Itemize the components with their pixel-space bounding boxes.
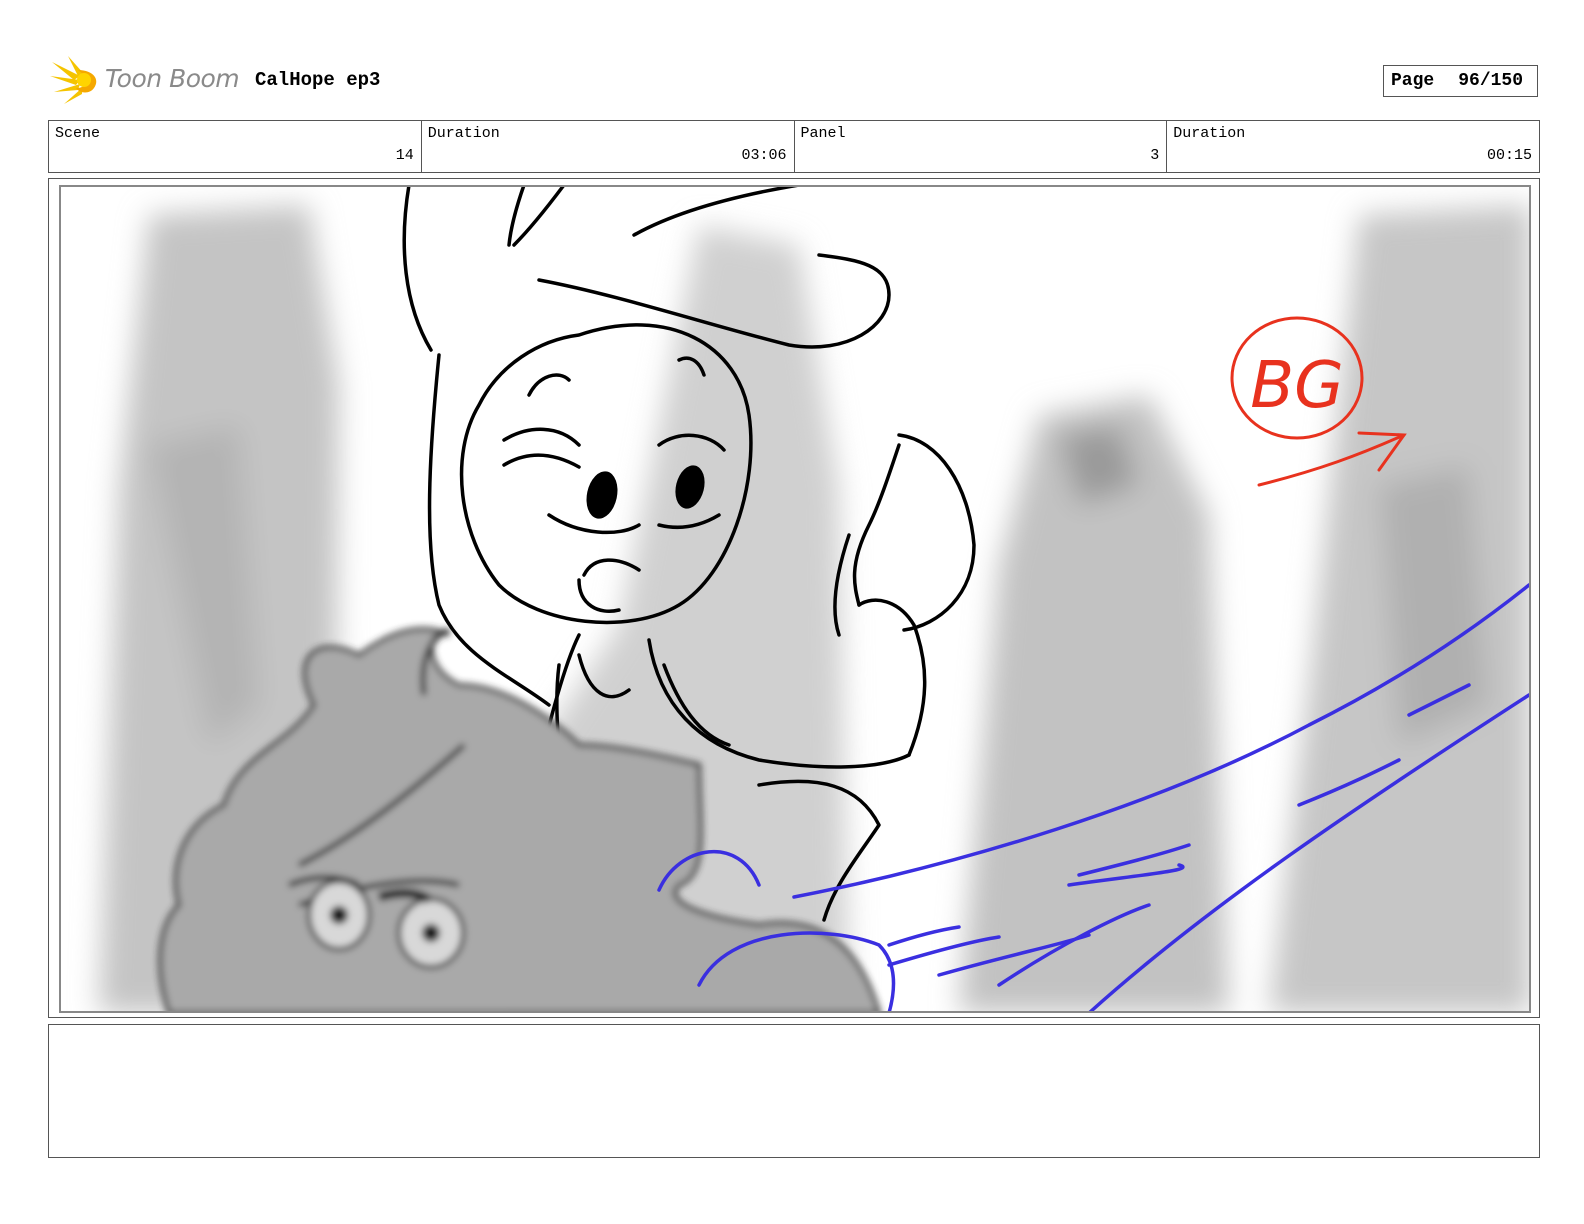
scene-duration-cell: Duration 03:06	[422, 121, 795, 172]
storyboard-panel: BG	[48, 178, 1540, 1018]
page-indicator: Page 96/150	[1383, 65, 1538, 97]
scene-label: Scene	[55, 125, 101, 142]
brand-name: Toon Boom	[105, 64, 240, 93]
panel-drawing: BG	[59, 185, 1531, 1013]
project-title: CalHope ep3	[255, 69, 381, 91]
scene-duration-label: Duration	[427, 125, 500, 142]
panel-duration-label: Duration	[1173, 125, 1246, 142]
bg-annotation-text: BG	[1250, 349, 1344, 423]
scene-value: 14	[395, 147, 414, 164]
panel-cell: Panel 3	[795, 121, 1168, 172]
page-number: 96/150	[1458, 71, 1524, 91]
panel-info-bar: Scene 14 Duration 03:06 Panel 3 Duration…	[48, 120, 1540, 173]
panel-duration-value: 00:15	[1486, 147, 1532, 164]
panel-label: Panel	[800, 125, 846, 142]
page-label: Page	[1391, 71, 1435, 91]
panel-duration-cell: Duration 00:15	[1167, 121, 1539, 172]
panel-value: 3	[1150, 147, 1160, 164]
scene-cell: Scene 14	[49, 121, 422, 172]
panel-notes-box[interactable]	[48, 1024, 1540, 1158]
scene-duration-value: 03:06	[741, 147, 787, 164]
